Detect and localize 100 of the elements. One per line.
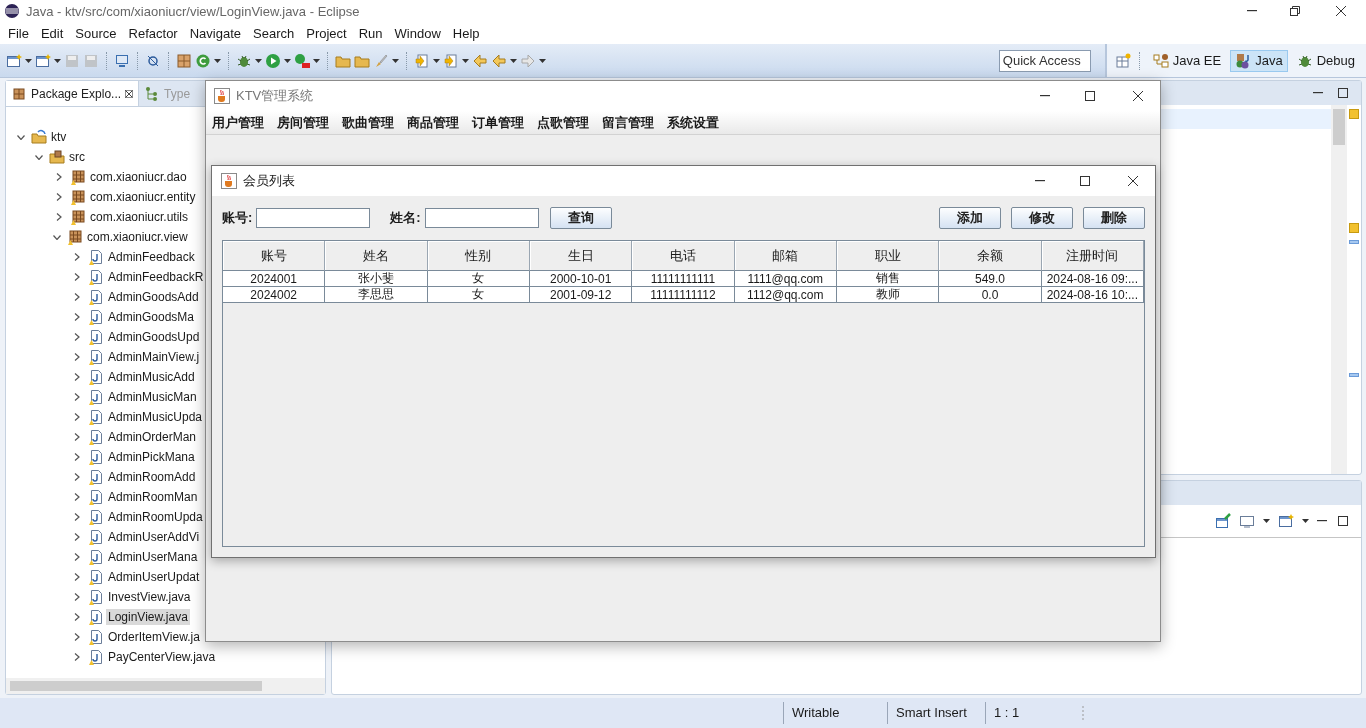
- open-perspective-icon: [1114, 52, 1131, 69]
- column-header[interactable]: 邮箱: [734, 241, 837, 271]
- horizontal-scrollbar[interactable]: [6, 678, 325, 694]
- expanded-chevron-icon[interactable]: [50, 234, 64, 240]
- vertical-scrollbar[interactable]: [1331, 105, 1347, 474]
- menu-item[interactable]: Edit: [34, 25, 70, 41]
- tree-item[interactable]: AdminGoodsMa: [106, 309, 197, 325]
- menu-item[interactable]: 订单管理: [472, 113, 524, 132]
- perspective-button[interactable]: Java: [1230, 49, 1288, 72]
- tree-item[interactable]: AdminRoomAdd: [106, 469, 198, 485]
- caret-icon: [1263, 519, 1270, 523]
- column-header[interactable]: 余额: [939, 241, 1042, 271]
- menu-item[interactable]: Run: [352, 25, 389, 41]
- view-tab[interactable]: Package Explo...: [6, 81, 140, 106]
- menu-item[interactable]: Project: [300, 25, 353, 41]
- column-header[interactable]: 注册时间: [1041, 241, 1144, 271]
- column-header[interactable]: 职业: [837, 241, 940, 271]
- tree-item[interactable]: OrderItemView.ja: [106, 629, 202, 645]
- column-header[interactable]: 生日: [530, 241, 633, 271]
- column-header[interactable]: 账号: [223, 241, 326, 271]
- tree-item[interactable]: com.xiaoniucr.view: [85, 229, 190, 245]
- java-icon: [1235, 52, 1252, 69]
- tree-item[interactable]: AdminUserMana: [106, 549, 200, 565]
- menu-item[interactable]: 房间管理: [277, 113, 329, 132]
- menu-item[interactable]: Refactor: [122, 25, 184, 41]
- tree-item[interactable]: InvestView.java: [106, 589, 193, 605]
- java-ee-icon: [1152, 52, 1169, 69]
- caret-icon: [284, 58, 291, 63]
- caret-icon: [214, 58, 221, 63]
- tree-item[interactable]: com.xiaoniucr.utils: [88, 209, 191, 225]
- tree-item[interactable]: PayCenterView.java: [106, 649, 218, 665]
- menu-item[interactable]: Source: [69, 25, 123, 41]
- tree-item[interactable]: ktv: [49, 129, 69, 145]
- menu-item[interactable]: Navigate: [183, 25, 247, 41]
- expanded-chevron-icon[interactable]: [32, 154, 46, 160]
- package-icon: [70, 189, 86, 205]
- menu-item[interactable]: 歌曲管理: [342, 113, 394, 132]
- monitor-icon: [114, 52, 130, 69]
- search-button[interactable]: 查询: [549, 207, 612, 229]
- caret-icon: [539, 58, 546, 63]
- close-icon: [1333, 3, 1349, 19]
- tree-item[interactable]: AdminUserUpdat: [106, 569, 202, 585]
- tree-item[interactable]: AdminFeedback: [106, 249, 197, 265]
- input-field[interactable]: [256, 208, 371, 228]
- tree-item[interactable]: AdminMusicUpda: [106, 409, 205, 425]
- menu-item[interactable]: 点歌管理: [537, 113, 589, 132]
- package-icon: [176, 52, 192, 69]
- tree-item[interactable]: AdminMainView.j: [106, 349, 202, 365]
- input-field[interactable]: [424, 208, 539, 228]
- pin-console-icon: [1215, 513, 1231, 529]
- tree-item[interactable]: AdminGoodsUpd: [106, 329, 202, 345]
- menu-item[interactable]: 留言管理: [602, 113, 654, 132]
- package-view-icon: [11, 85, 27, 102]
- java-file-icon: [88, 529, 104, 545]
- action-button[interactable]: 修改: [1011, 207, 1073, 229]
- java-file-icon: [88, 429, 104, 445]
- package-icon: [70, 209, 86, 225]
- status-text: Smart Insert: [887, 702, 985, 724]
- tree-item[interactable]: AdminMusicMan: [106, 389, 199, 405]
- column-header[interactable]: 性别: [427, 241, 530, 271]
- menu-item[interactable]: File: [2, 25, 35, 41]
- caret-icon: [1302, 519, 1309, 523]
- expanded-chevron-icon[interactable]: [14, 134, 28, 140]
- perspective-button[interactable]: Java EE: [1147, 49, 1227, 72]
- tree-item[interactable]: src: [67, 149, 87, 165]
- java-file-icon: [88, 489, 104, 505]
- java-file-icon: [88, 509, 104, 525]
- tree-item[interactable]: AdminUserAddVi: [106, 529, 202, 545]
- column-header[interactable]: 电话: [632, 241, 735, 271]
- perspective-button[interactable]: Debug: [1291, 49, 1360, 72]
- tree-item[interactable]: AdminGoodsAdd: [106, 289, 201, 305]
- table-cell: 1112@qq.com: [734, 287, 837, 303]
- java-file-icon: [88, 469, 104, 485]
- action-button[interactable]: 删除: [1083, 207, 1145, 229]
- menu-item[interactable]: 商品管理: [407, 113, 459, 132]
- tree-item[interactable]: com.xiaoniucr.entity: [88, 189, 198, 205]
- java-file-icon: [88, 609, 104, 625]
- tree-item[interactable]: AdminMusicAdd: [106, 369, 197, 385]
- column-header[interactable]: 姓名: [325, 241, 428, 271]
- tree-item[interactable]: AdminFeedbackR: [106, 269, 206, 285]
- tree-item[interactable]: AdminRoomMan: [106, 489, 200, 505]
- run-icon: [265, 52, 281, 69]
- table-cell: 0.0: [939, 287, 1042, 303]
- quick-access-field[interactable]: Quick Access: [998, 49, 1091, 72]
- tree-item[interactable]: AdminOrderMan: [106, 429, 199, 445]
- action-button[interactable]: 添加: [939, 207, 1001, 229]
- tree-item[interactable]: AdminRoomUpda: [106, 509, 205, 525]
- menu-item[interactable]: Search: [247, 25, 301, 41]
- menu-item[interactable]: Help: [446, 25, 486, 41]
- tree-item[interactable]: AdminPickMana: [106, 449, 197, 465]
- java-file-icon: [88, 269, 104, 285]
- table-cell: 教师: [837, 287, 940, 303]
- table-cell: 11111111112: [632, 287, 735, 303]
- menu-item[interactable]: 系统设置: [667, 113, 719, 132]
- table-cell: 2024001: [223, 271, 326, 287]
- menu-item[interactable]: 用户管理: [212, 113, 264, 132]
- tree-item[interactable]: com.xiaoniucr.dao: [88, 169, 189, 185]
- tree-item[interactable]: LoginView.java: [106, 609, 190, 625]
- table-cell: 11111111111: [632, 271, 735, 287]
- menu-item[interactable]: Window: [388, 25, 447, 41]
